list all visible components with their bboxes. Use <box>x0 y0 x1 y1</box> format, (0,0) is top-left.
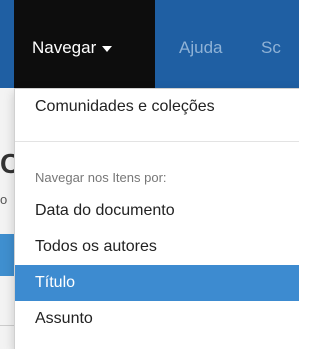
nav-help-link[interactable]: Ajuda <box>179 0 222 88</box>
menu-item-authors[interactable]: Todos os autores <box>15 229 299 265</box>
page-text-partial: o <box>0 192 8 207</box>
nav-more-link[interactable]: Sc <box>261 0 281 88</box>
caret-down-icon <box>102 45 113 52</box>
menu-section-header: Navegar nos Itens por: <box>35 170 167 185</box>
menu-item-date[interactable]: Data do documento <box>15 193 299 229</box>
nav-browse-toggle[interactable]: Navegar <box>14 0 155 88</box>
menu-item-title[interactable]: Título <box>15 265 299 301</box>
menu-divider <box>15 141 299 142</box>
top-navbar: Navegar Ajuda Sc <box>0 0 299 88</box>
menu-item-subject[interactable]: Assunto <box>15 301 299 337</box>
browse-dropdown-menu: Comunidades e coleções Navegar nos Itens… <box>14 88 299 349</box>
page-button-partial <box>0 234 14 276</box>
page: C o Navegar Ajuda Sc Comunidades e coleç… <box>0 0 299 349</box>
page-divider-partial <box>0 325 14 326</box>
nav-browse-label: Navegar <box>32 38 97 57</box>
menu-item-communities[interactable]: Comunidades e coleções <box>15 89 299 125</box>
